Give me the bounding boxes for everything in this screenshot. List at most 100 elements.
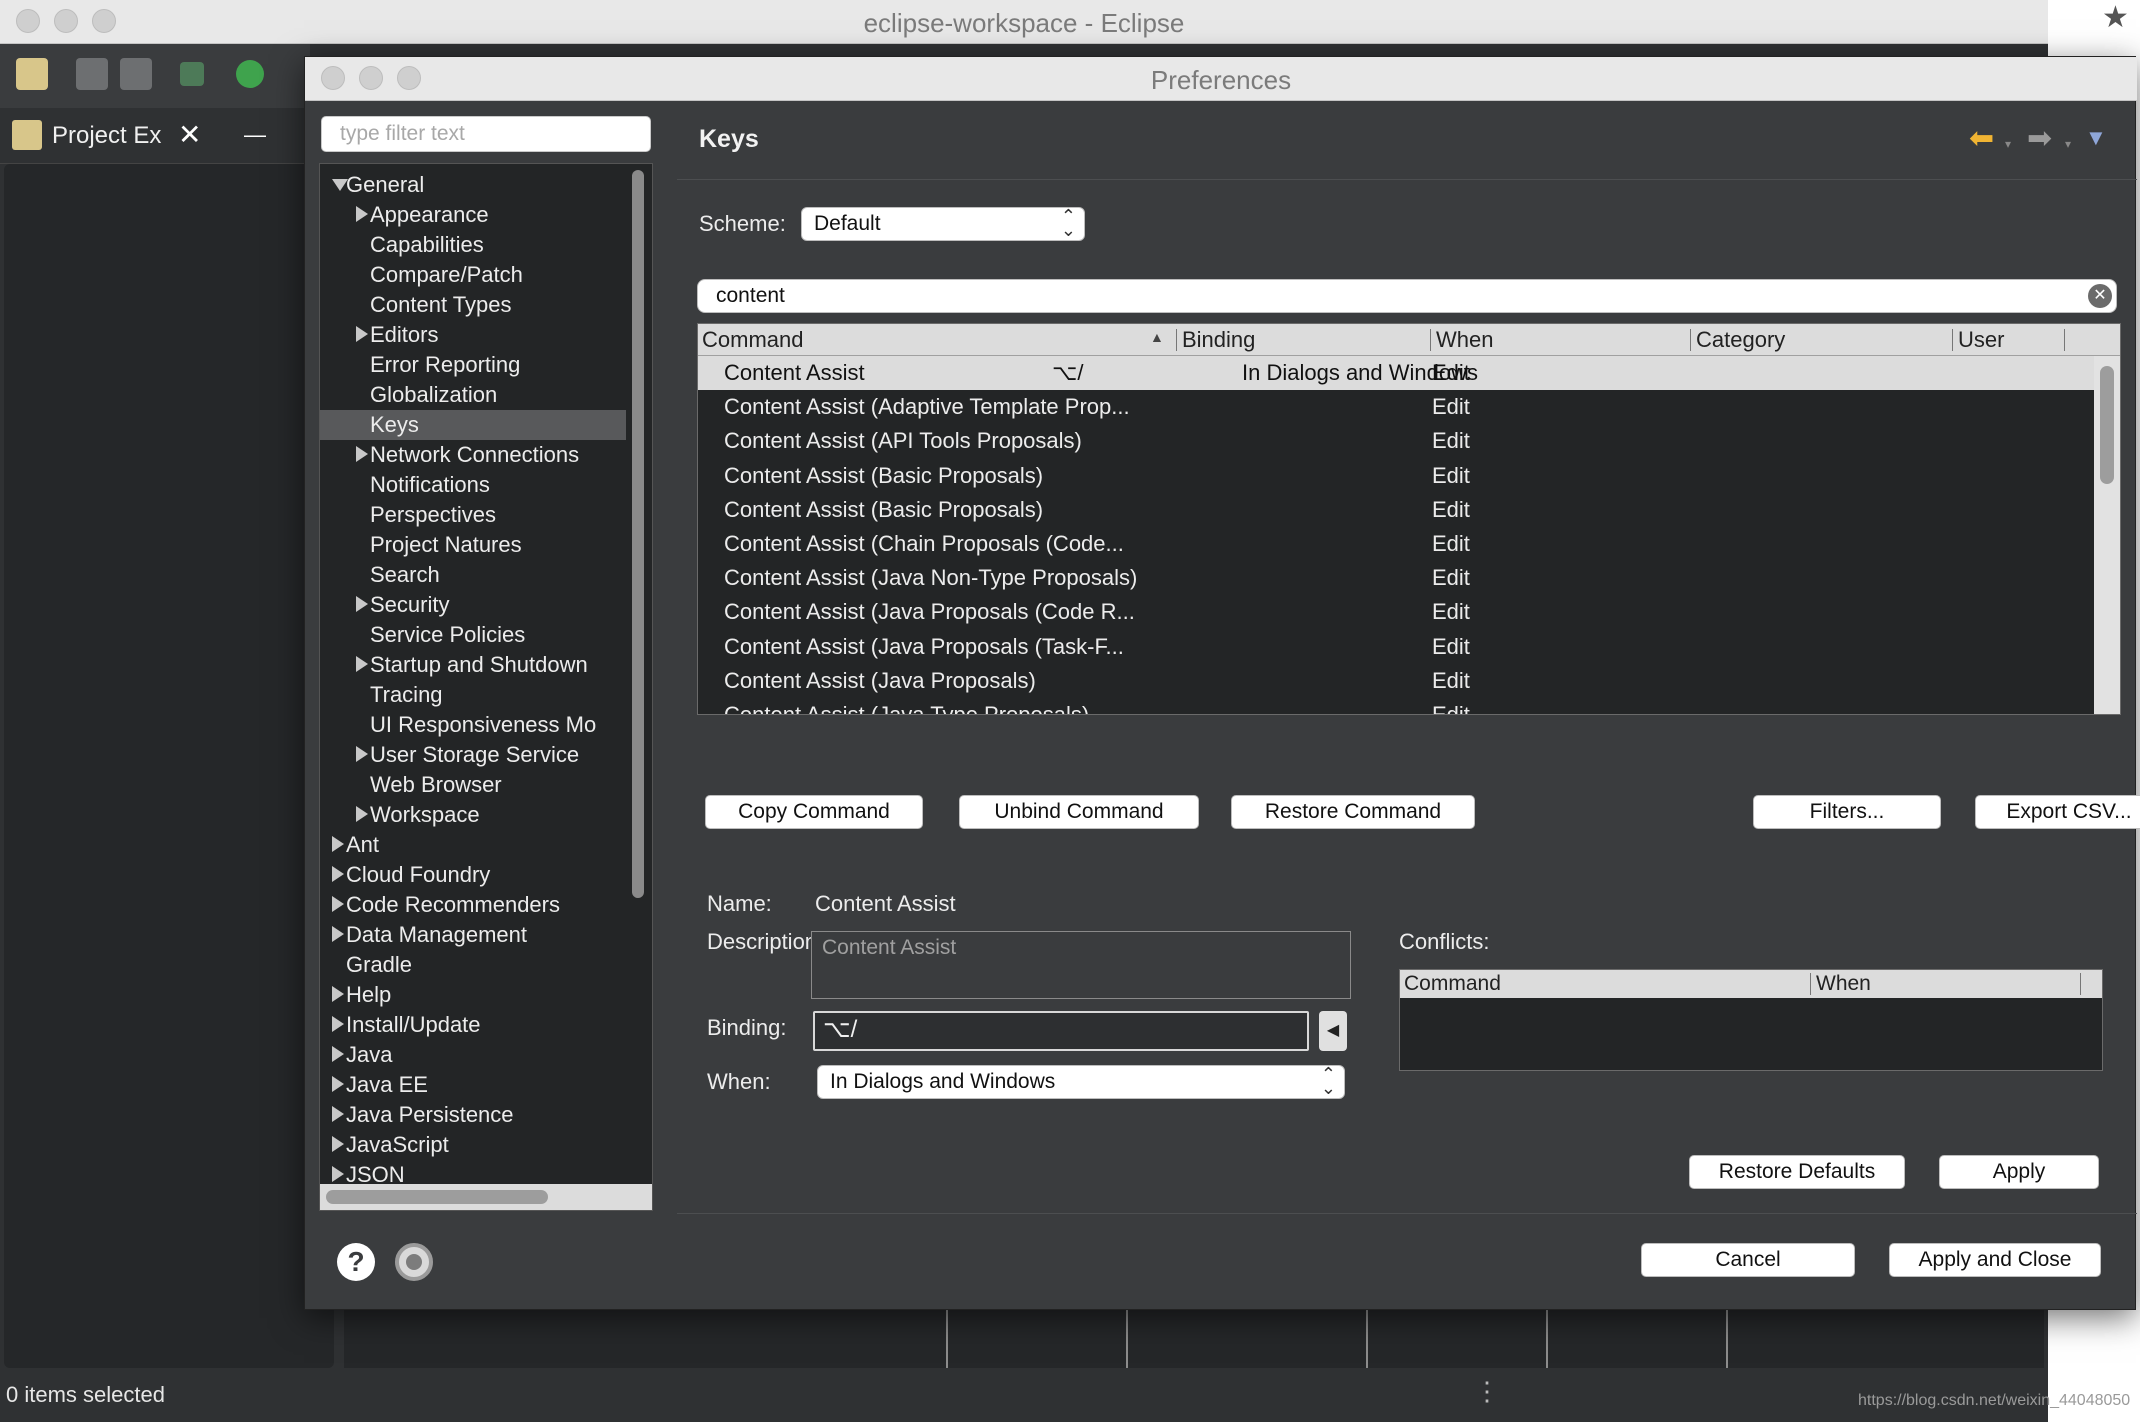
table-row[interactable]: Content Assist ⌥/In Dialogs and Windows Ed… (698, 356, 2094, 390)
close-icon[interactable]: ✕ (178, 118, 201, 151)
table-row[interactable]: Content Assist (Java Proposals (Code R..… (698, 595, 2094, 629)
collapsed-icon[interactable] (356, 656, 368, 672)
debug-icon[interactable] (180, 62, 204, 86)
tree-item[interactable]: Help (320, 980, 626, 1010)
tree-item[interactable]: Service Policies (320, 620, 626, 650)
description-field[interactable]: Content Assist (811, 931, 1351, 999)
collapsed-icon[interactable] (332, 926, 344, 942)
tree-item[interactable]: Appearance (320, 200, 626, 230)
apply-and-close-button[interactable]: Apply and Close (1889, 1243, 2101, 1277)
keys-vertical-scrollbar[interactable] (2100, 366, 2114, 484)
collapsed-icon[interactable] (356, 596, 368, 612)
help-icon[interactable]: ? (337, 1243, 375, 1281)
back-dropdown-icon[interactable]: ▾ (2005, 137, 2011, 151)
new-file-icon[interactable] (16, 58, 48, 90)
table-row[interactable]: Content Assist (Java Non-Type Proposals)… (698, 561, 2094, 595)
tree-item[interactable]: Ant (320, 830, 626, 860)
restore-defaults-button[interactable]: Restore Defaults (1689, 1155, 1905, 1189)
tree-item[interactable]: Startup and Shutdown (320, 650, 626, 680)
table-row[interactable]: Content Assist (Java Type Proposals) Edit (698, 698, 2094, 714)
tree-item[interactable]: Cloud Foundry (320, 860, 626, 890)
tree-item[interactable]: Project Natures (320, 530, 626, 560)
tree-item[interactable]: Gradle (320, 950, 626, 980)
tree-item[interactable]: Capabilities (320, 230, 626, 260)
table-row[interactable]: Content Assist (Chain Proposals (Code...… (698, 527, 2094, 561)
collapsed-icon[interactable] (356, 806, 368, 822)
tree-item[interactable]: JSON (320, 1160, 626, 1182)
record-macro-icon[interactable] (395, 1243, 433, 1281)
collapsed-icon[interactable] (332, 896, 344, 912)
collapsed-icon[interactable] (332, 986, 344, 1002)
tree-item[interactable]: JavaScript (320, 1130, 626, 1160)
forward-dropdown-icon[interactable]: ▾ (2065, 137, 2071, 151)
tree-item[interactable]: Data Management (320, 920, 626, 950)
collapsed-icon[interactable] (332, 836, 344, 852)
keys-search-input[interactable]: content ✕ (697, 279, 2117, 313)
when-select[interactable]: In Dialogs and Windows ⌃ ⌄ (817, 1065, 1345, 1099)
tree-item[interactable]: Web Browser (320, 770, 626, 800)
table-row[interactable]: Content Assist (Basic Proposals) Edit (698, 459, 2094, 493)
tree-vertical-scrollbar[interactable] (632, 170, 644, 898)
tree-item[interactable]: UI Responsiveness Mo (320, 710, 626, 740)
view-menu-icon[interactable]: ▼ (2085, 125, 2107, 151)
tree-item[interactable]: General (320, 170, 626, 200)
collapsed-icon[interactable] (332, 1046, 344, 1062)
table-row[interactable]: Content Assist (Adaptive Template Prop..… (698, 390, 2094, 424)
column-header-binding[interactable]: Binding (1182, 327, 1255, 353)
export-csv-button[interactable]: Export CSV... (1975, 795, 2140, 829)
binding-menu-button[interactable]: ◀ (1319, 1011, 1347, 1051)
tree-item[interactable]: Notifications (320, 470, 626, 500)
tree-item[interactable]: Editors (320, 320, 626, 350)
tree-item[interactable]: Install/Update (320, 1010, 626, 1040)
apply-button[interactable]: Apply (1939, 1155, 2099, 1189)
scheme-select[interactable]: Default ⌃ ⌄ (801, 207, 1085, 241)
forward-arrow-icon[interactable]: ➡ (2027, 121, 2052, 156)
tree-item[interactable]: Tracing (320, 680, 626, 710)
collapsed-icon[interactable] (332, 1166, 344, 1182)
collapsed-icon[interactable] (332, 866, 344, 882)
tree-item[interactable]: Workspace (320, 800, 626, 830)
cancel-button[interactable]: Cancel (1641, 1243, 1855, 1277)
tree-item[interactable]: Error Reporting (320, 350, 626, 380)
tree-item[interactable]: Java EE (320, 1070, 626, 1100)
tree-item[interactable]: Perspectives (320, 500, 626, 530)
tree-item[interactable]: Content Types (320, 290, 626, 320)
column-header-when[interactable]: When (1436, 327, 1493, 353)
run-icon[interactable] (236, 60, 264, 88)
restore-command-button[interactable]: Restore Command (1231, 795, 1475, 829)
table-row[interactable]: Content Assist (Java Proposals) Edit (698, 664, 2094, 698)
tree-item[interactable]: Java (320, 1040, 626, 1070)
tree-item[interactable]: Network Connections (320, 440, 626, 470)
binding-input[interactable]: ⌥/ (813, 1011, 1309, 1051)
collapsed-icon[interactable] (356, 326, 368, 342)
tree-item[interactable]: User Storage Service (320, 740, 626, 770)
copy-command-button[interactable]: Copy Command (705, 795, 923, 829)
tree-item[interactable]: Globalization (320, 380, 626, 410)
conflicts-column-when[interactable]: When (1816, 972, 1871, 996)
collapsed-icon[interactable] (332, 1016, 344, 1032)
tree-item[interactable]: Search (320, 560, 626, 590)
project-explorer-tab[interactable]: Project Ex ✕ — ⇆ (0, 108, 310, 202)
column-header-command[interactable]: Command (702, 327, 803, 353)
unbind-command-button[interactable]: Unbind Command (959, 795, 1199, 829)
conflicts-column-command[interactable]: Command (1404, 972, 1501, 996)
collapsed-icon[interactable] (332, 1136, 344, 1152)
collapsed-icon[interactable] (356, 446, 368, 462)
filter-input[interactable] (321, 116, 651, 152)
table-row[interactable]: Content Assist (API Tools Proposals) Edit (698, 424, 2094, 458)
tree-horizontal-scrollbar[interactable] (326, 1190, 548, 1204)
tree-item[interactable]: Keys (320, 410, 626, 440)
clear-search-icon[interactable]: ✕ (2088, 284, 2112, 308)
back-arrow-icon[interactable]: ⬅ (1969, 121, 1994, 156)
filters-button[interactable]: Filters... (1753, 795, 1941, 829)
tree-item[interactable]: Java Persistence (320, 1100, 626, 1130)
collapsed-icon[interactable] (356, 206, 368, 222)
tree-item[interactable]: Code Recommenders (320, 890, 626, 920)
collapsed-icon[interactable] (332, 1076, 344, 1092)
column-header-category[interactable]: Category (1696, 327, 1785, 353)
collapsed-icon[interactable] (356, 746, 368, 762)
collapsed-icon[interactable] (332, 1106, 344, 1122)
save-all-icon[interactable] (120, 58, 152, 90)
table-row[interactable]: Content Assist (Basic Proposals) Edit (698, 493, 2094, 527)
table-row[interactable]: Content Assist (Java Proposals (Task-F..… (698, 630, 2094, 664)
